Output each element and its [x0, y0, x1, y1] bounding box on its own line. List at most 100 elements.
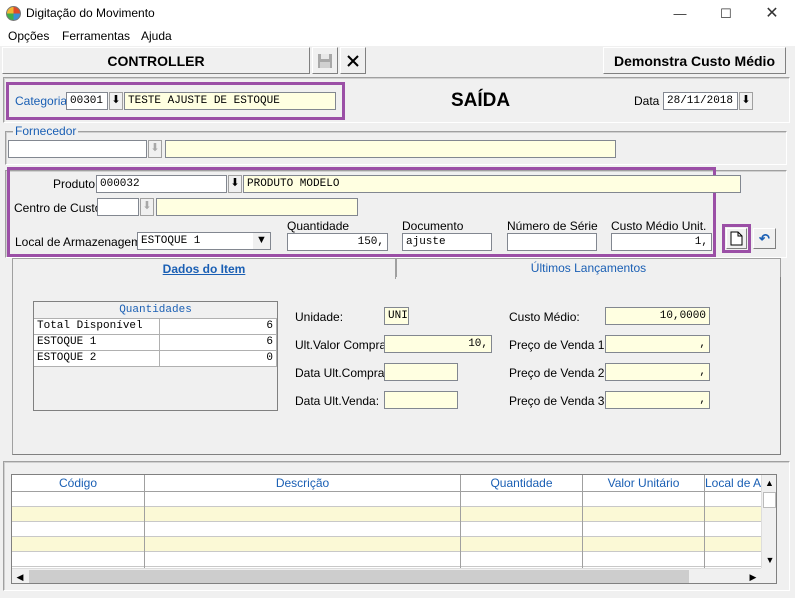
arrow-down-icon: ⬇: [142, 200, 152, 212]
serie-input[interactable]: [507, 233, 597, 251]
ult-valor-field: 10,: [384, 335, 492, 353]
scroll-thumb[interactable]: [763, 492, 776, 508]
centro-custo-desc-field: [156, 198, 358, 216]
table-row: ESTOQUE 2 0: [34, 351, 277, 367]
preco2-label: Preço de Venda 2:: [509, 366, 608, 380]
col-local[interactable]: Local de A: [705, 475, 761, 491]
ult-valor-label: Ult.Valor Compra:: [295, 338, 390, 352]
col-codigo[interactable]: Código: [12, 475, 145, 491]
preco3-label: Preço de Venda 3:: [509, 394, 608, 408]
table-row[interactable]: [12, 492, 761, 507]
preco2-field: ,: [605, 363, 710, 381]
preco1-label: Preço de Venda 1:: [509, 338, 608, 352]
scroll-up-icon[interactable]: ▲: [762, 475, 776, 491]
centro-custo-code-input[interactable]: [97, 198, 139, 216]
menu-ajuda[interactable]: Ajuda: [141, 29, 172, 43]
window-title: Digitação do Movimento: [26, 6, 155, 20]
menu-ferramentas[interactable]: Ferramentas: [62, 29, 130, 43]
data-label: Data: [634, 94, 660, 108]
scroll-right-icon[interactable]: ▶: [745, 569, 761, 583]
unidade-label: Unidade:: [295, 310, 344, 324]
qty-value: 6: [160, 335, 277, 351]
data-input[interactable]: 28/11/2018: [663, 92, 738, 110]
maximize-icon[interactable]: ☐: [703, 0, 749, 27]
save-button[interactable]: [312, 47, 338, 74]
grid-body: [12, 492, 761, 570]
scroll-left-icon[interactable]: ◀: [12, 569, 28, 583]
items-grid: Código Descrição Quantidade Valor Unitár…: [11, 474, 777, 584]
table-row: Total Disponível 6: [34, 319, 277, 335]
qty-name: ESTOQUE 2: [34, 351, 160, 367]
table-row[interactable]: [12, 507, 761, 522]
produto-desc-field: PRODUTO MODELO: [243, 175, 741, 193]
menu-bar: Opções Ferramentas Ajuda: [0, 27, 795, 46]
unidade-field: UNI: [384, 307, 409, 325]
fornecedor-desc-field: [165, 140, 616, 158]
produto-lookup-button[interactable]: ⬇: [228, 175, 242, 193]
qty-name: Total Disponível: [34, 319, 160, 335]
close-icon[interactable]: ✕: [749, 0, 795, 27]
undo-button[interactable]: ↶: [753, 228, 776, 249]
categoria-lookup-button[interactable]: ⬇: [109, 92, 123, 110]
centro-custo-label: Centro de Custo: [14, 201, 102, 215]
col-descricao[interactable]: Descrição: [145, 475, 461, 491]
categoria-code-input[interactable]: 00301: [66, 92, 108, 110]
scroll-thumb-h[interactable]: [29, 570, 689, 583]
controller-button[interactable]: CONTROLLER: [2, 47, 310, 74]
categoria-label: Categoria: [15, 94, 68, 108]
qty-value: 6: [160, 319, 277, 335]
custo-medio-label: Custo Médio:: [509, 310, 580, 324]
produto-code-input[interactable]: 000032: [96, 175, 227, 193]
arrow-down-icon: ⬇: [230, 177, 240, 189]
table-row[interactable]: [12, 537, 761, 552]
table-row[interactable]: [12, 522, 761, 537]
chevron-down-icon[interactable]: ▼: [253, 233, 270, 249]
quantidade-input[interactable]: 150,: [287, 233, 388, 251]
categoria-desc-field: TESTE AJUSTE DE ESTOQUE: [124, 92, 336, 110]
arrow-down-icon: ⬇: [741, 94, 751, 106]
tab-ultimos-lancamentos[interactable]: Últimos Lançamentos: [396, 258, 781, 277]
table-row[interactable]: [12, 552, 761, 567]
data-ult-compra-field: [384, 363, 458, 381]
fornecedor-code-input[interactable]: [8, 140, 147, 158]
app-icon: [6, 6, 21, 21]
produto-label: Produto: [53, 177, 96, 191]
undo-icon: ↶: [759, 231, 770, 246]
col-valor-unitario[interactable]: Valor Unitário: [583, 475, 705, 491]
local-select[interactable]: ESTOQUE 1: [137, 232, 271, 250]
custo-unit-input[interactable]: 1,: [611, 233, 712, 251]
arrow-down-icon: ⬇: [111, 94, 121, 106]
demonstra-custo-button[interactable]: Demonstra Custo Médio: [603, 47, 786, 74]
x-icon: [347, 55, 359, 67]
mode-title: SAÍDA: [451, 90, 511, 111]
col-divider: [460, 492, 461, 570]
grid-header: Código Descrição Quantidade Valor Unitár…: [12, 475, 761, 492]
scroll-corner: [761, 568, 776, 583]
data-ult-venda-field: [384, 391, 458, 409]
centro-custo-lookup-button[interactable]: ⬇: [140, 198, 154, 216]
minimize-icon[interactable]: —: [657, 0, 703, 27]
vertical-scrollbar[interactable]: ▲ ▼: [761, 475, 776, 568]
horizontal-scrollbar[interactable]: ◀ ▶: [12, 568, 761, 583]
title-bar: Digitação do Movimento — ☐ ✕: [0, 0, 795, 27]
documento-input[interactable]: ajuste: [402, 233, 492, 251]
tab-dados-item[interactable]: Dados do Item: [12, 258, 396, 279]
quantities-header: Quantidades: [34, 302, 277, 319]
qty-name: ESTOQUE 1: [34, 335, 160, 351]
quantidade-label: Quantidade: [287, 219, 350, 233]
custo-unit-label: Custo Médio Unit.: [611, 219, 707, 233]
cancel-button[interactable]: [340, 47, 366, 74]
save-icon: [318, 54, 332, 68]
new-item-button[interactable]: [726, 228, 747, 249]
menu-opcoes[interactable]: Opções: [8, 29, 49, 43]
scroll-down-icon[interactable]: ▼: [762, 552, 776, 568]
qty-value: 0: [160, 351, 277, 367]
quantities-grid: Quantidades Total Disponível 6 ESTOQUE 1…: [33, 301, 278, 411]
table-row: ESTOQUE 1 6: [34, 335, 277, 351]
preco3-field: ,: [605, 391, 710, 409]
preco1-field: ,: [605, 335, 710, 353]
fornecedor-lookup-button[interactable]: ⬇: [148, 140, 162, 158]
col-divider: [582, 492, 583, 570]
data-calendar-button[interactable]: ⬇: [739, 92, 753, 110]
col-quantidade[interactable]: Quantidade: [461, 475, 583, 491]
